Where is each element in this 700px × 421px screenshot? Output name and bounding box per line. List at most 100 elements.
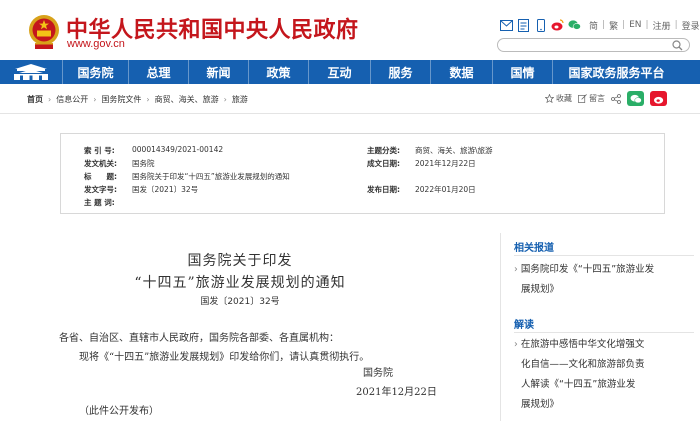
message-button[interactable]: 留言 xyxy=(578,93,605,104)
nav-item-service[interactable]: 服务 xyxy=(370,60,430,84)
info-issuer-row: 发文机关: 国务院 xyxy=(84,158,155,169)
site-url[interactable]: www.gov.cn xyxy=(67,38,125,50)
breadcrumb-trade-customs-tourism[interactable]: 商贸、海关、旅游 xyxy=(155,94,219,105)
separator: | xyxy=(645,20,649,30)
info-index-row: 索 引 号: 000014349/2021-00142 xyxy=(84,145,223,156)
chevron-right-icon: › xyxy=(48,95,52,104)
mail-icon[interactable] xyxy=(500,19,513,32)
explain-link[interactable]: › 在旅游中感悟中华文化增强文 化自信——文化和旅游部负责 人解读《“十四五”旅游… xyxy=(514,335,694,415)
nav-item-data[interactable]: 数据 xyxy=(430,60,492,84)
info-date-written-row: 成文日期: 2021年12月22日 xyxy=(367,158,476,169)
bullet-icon: › xyxy=(514,339,518,350)
wechat-icon xyxy=(630,94,642,103)
info-value: 国发〔2021〕32号 xyxy=(132,185,199,194)
article-doc-number: 国发〔2021〕32号 xyxy=(200,297,280,307)
info-category-row: 主题分类: 商贸、海关、旅游\旅游 xyxy=(367,145,493,156)
related-report-link[interactable]: › 国务院印发《“十四五”旅游业发 展规划》 xyxy=(514,260,694,300)
info-publish-date-row: 发布日期: 2022年01月20日 xyxy=(367,184,476,195)
article-title-line-1: 国务院关于印发 xyxy=(187,253,293,269)
search-icon[interactable] xyxy=(672,40,683,51)
info-label: 发文机关: xyxy=(84,159,117,168)
breadcrumb-tourism[interactable]: 旅游 xyxy=(232,94,248,105)
document-info-table: 索 引 号: 000014349/2021-00142 主题分类: 商贸、海关、… xyxy=(60,133,665,214)
info-doc-number-row: 发文字号: 国发〔2021〕32号 xyxy=(84,184,198,195)
breadcrumb-info-public[interactable]: 信息公开 xyxy=(56,94,88,105)
national-emblem-icon[interactable] xyxy=(27,13,61,51)
separator: | xyxy=(622,20,626,30)
nav-item-premier[interactable]: 总理 xyxy=(128,60,188,84)
divider xyxy=(514,255,694,256)
site-header: 中华人民共和国中央人民政府 www.gov.cn 简 | 繁 | EN | 注册… xyxy=(0,0,700,58)
nav-item-state-council[interactable]: 国务院 xyxy=(62,60,128,84)
collect-label: 收藏 xyxy=(556,94,572,103)
article-signer: 国务院 xyxy=(363,368,393,379)
article-body: 现将《“十四五”旅游业发展规划》印发给你们，请认真贯彻执行。 xyxy=(79,352,370,363)
explain-line-3: 人解读《“十四五”旅游业发 xyxy=(521,379,636,390)
info-value: 国务院关于印发“十四五”旅游业发展规划的通知 xyxy=(132,172,290,181)
info-value: 国务院 xyxy=(132,159,155,168)
weibo-icon[interactable] xyxy=(551,19,564,32)
explain-line-4: 展规划》 xyxy=(521,399,560,410)
nav-item-news[interactable]: 新闻 xyxy=(188,60,248,84)
related-reports-heading: 相关报道 xyxy=(514,243,554,254)
edit-icon xyxy=(578,94,587,103)
page-tools: 收藏 留言 xyxy=(545,91,667,106)
mobile-icon[interactable] xyxy=(534,18,547,32)
top-toolbar: 简 | 繁 | EN | 注册 | 登录 xyxy=(500,17,700,33)
info-label: 主题分类: xyxy=(367,146,400,155)
article-note: （此件公开发布） xyxy=(79,406,159,417)
article-recipients: 各省、自治区、直辖市人民政府，国务院各部委、各直属机构： xyxy=(59,333,339,344)
divider xyxy=(514,332,694,333)
search-input[interactable] xyxy=(497,38,690,52)
share-icon[interactable] xyxy=(611,93,621,104)
message-label: 留言 xyxy=(589,94,605,103)
login-link[interactable]: 登录 xyxy=(682,19,700,32)
chevron-right-icon: › xyxy=(146,95,150,104)
breadcrumb: 首页 › 信息公开 › 国务院文件 › 商贸、海关、旅游 › 旅游 xyxy=(27,94,248,105)
info-label: 标 题: xyxy=(84,172,117,181)
info-label: 成文日期: xyxy=(367,159,400,168)
info-keywords-row: 主 题 词: xyxy=(84,197,132,208)
chevron-right-icon: › xyxy=(93,95,97,104)
right-sidebar: 相关报道 › 国务院印发《“十四五”旅游业发 展规划》 解读 › 在旅游中感悟中华文… xyxy=(500,233,700,421)
nav-item-interaction[interactable]: 互动 xyxy=(308,60,370,84)
register-link[interactable]: 注册 xyxy=(653,19,671,32)
info-value: 000014349/2021-00142 xyxy=(132,145,224,154)
article-date: 2021年12月22日 xyxy=(356,387,437,398)
nav-item-national-info[interactable]: 国情 xyxy=(492,60,552,84)
top-links: 简 | 繁 | EN | 注册 | 登录 xyxy=(589,19,700,32)
separator: | xyxy=(674,20,678,30)
related-report-line-2: 展规划》 xyxy=(521,284,560,295)
related-report-line-1: 国务院印发《“十四五”旅游业发 xyxy=(520,264,655,275)
nav-item-gov-service-platform[interactable]: 国家政务服务平台 xyxy=(552,60,680,84)
lang-en-link[interactable]: EN xyxy=(629,20,641,30)
bullet-icon: › xyxy=(514,264,518,275)
article-title-line-2: “十四五”旅游业发展规划的通知 xyxy=(134,275,346,291)
star-icon xyxy=(545,94,554,103)
breadcrumb-state-council-docs[interactable]: 国务院文件 xyxy=(101,94,141,105)
info-label: 发布日期: xyxy=(367,185,400,194)
breadcrumb-row: 首页 › 信息公开 › 国务院文件 › 商贸、海关、旅游 › 旅游 收藏 留言 xyxy=(0,84,700,114)
main-nav: 国务院 总理 新闻 政策 互动 服务 数据 国情 国家政务服务平台 xyxy=(0,60,700,84)
share-weibo-button[interactable] xyxy=(650,91,667,106)
explain-line-1: 在旅游中感悟中华文化增强文 xyxy=(520,339,645,350)
document-icon[interactable] xyxy=(517,18,530,32)
tiananmen-icon[interactable] xyxy=(0,60,62,84)
lang-simplified-link[interactable]: 简 xyxy=(589,19,598,32)
info-label: 索 引 号: xyxy=(84,146,115,155)
collect-button[interactable]: 收藏 xyxy=(545,93,572,104)
explain-heading: 解读 xyxy=(514,320,534,331)
explain-line-2: 化自信——文化和旅游部负责 xyxy=(521,359,645,370)
info-label: 发文字号: xyxy=(84,185,117,194)
breadcrumb-home[interactable]: 首页 xyxy=(27,94,43,105)
lang-traditional-link[interactable]: 繁 xyxy=(609,19,618,32)
info-value: 商贸、海关、旅游\旅游 xyxy=(415,146,493,155)
weibo-icon xyxy=(653,96,663,104)
info-label: 主 题 词: xyxy=(84,198,115,207)
nav-item-policy[interactable]: 政策 xyxy=(248,60,308,84)
chevron-right-icon: › xyxy=(223,95,227,104)
share-wechat-button[interactable] xyxy=(627,91,644,106)
info-value: 2021年12月22日 xyxy=(415,159,476,168)
separator: | xyxy=(602,20,606,30)
wechat-icon[interactable] xyxy=(568,19,581,32)
